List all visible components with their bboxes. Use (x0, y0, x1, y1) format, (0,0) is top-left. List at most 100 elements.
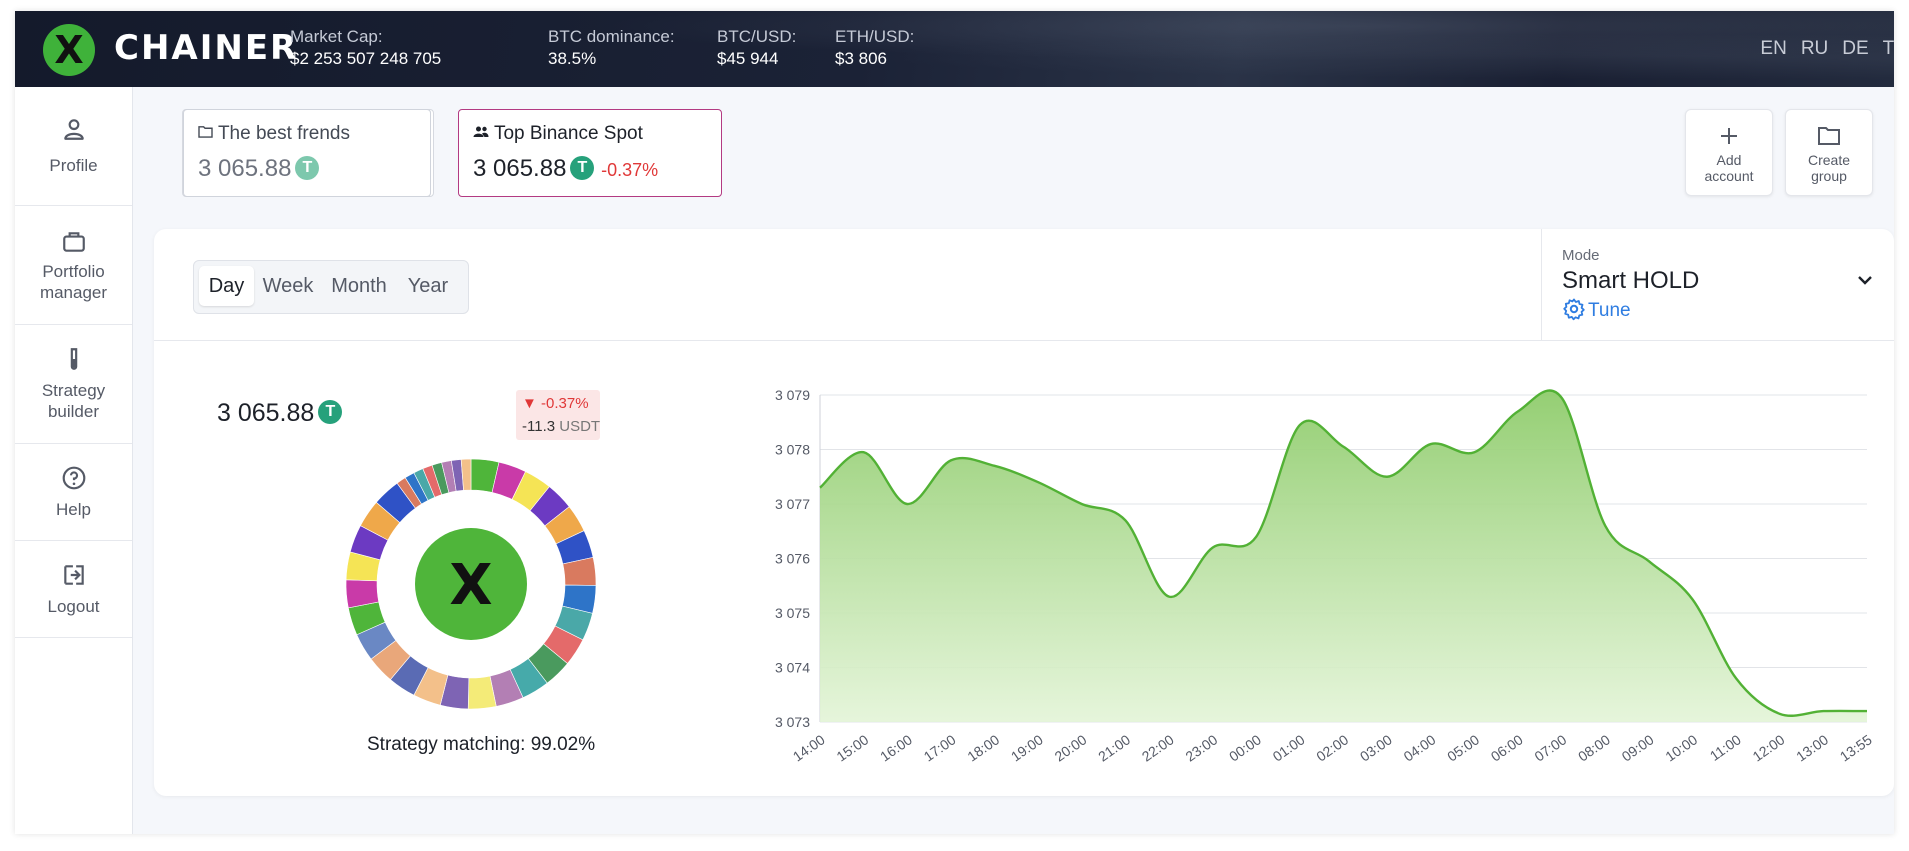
sidebar-item-label: Help (56, 500, 91, 519)
x-tick-label: 04:00 (1401, 731, 1439, 764)
account-value: 3 065.88 T (198, 155, 320, 183)
x-tick-label: 23:00 (1182, 731, 1220, 764)
btc-usd-stat: BTC/USD: $45 944 (717, 27, 796, 69)
x-tick-label: 08:00 (1575, 731, 1613, 764)
stat-value: $3 806 (835, 49, 887, 68)
stat-label: Market Cap: (290, 27, 383, 46)
x-tick-label: 07:00 (1531, 731, 1569, 764)
mode-value: Smart HOLD (1562, 267, 1700, 294)
question-icon (62, 466, 86, 490)
x-tick-label: 11:00 (1707, 731, 1744, 764)
eth-usd-stat: ETH/USD: $3 806 (835, 27, 914, 69)
period-month[interactable]: Month (324, 266, 394, 306)
account-card-the-best-frends[interactable]: The best frends 3 065.88 T (183, 109, 431, 197)
x-tick-label: 17:00 (921, 731, 959, 764)
portfolio-total: 3 065.88 T (217, 399, 343, 428)
btc-dominance-stat: BTC dominance: 38.5% (548, 27, 675, 69)
account-title: Top Binance Spot (473, 123, 643, 145)
folder-icon (198, 126, 213, 139)
x-tick-label: 20:00 (1052, 731, 1090, 764)
x-tick-label: 19:00 (1008, 731, 1046, 764)
logout-icon (64, 565, 84, 585)
center-logo-letter: X (449, 553, 492, 618)
change-amount: -11.3 (522, 418, 556, 435)
change-badge: ▼ -0.37% -11.3 USDT (516, 390, 600, 440)
sidebar-item-label: Profile (49, 156, 98, 175)
y-tick-label: 3 074 (775, 660, 810, 676)
period-day[interactable]: Day (199, 266, 254, 306)
account-amount: 3 065.88 (473, 155, 567, 182)
x-tick-label: 12:00 (1750, 731, 1788, 764)
x-tick-label: 10:00 (1662, 731, 1700, 764)
change-unit: USDT (559, 418, 601, 435)
account-amount: 3 065.88 (198, 155, 292, 182)
mode-selector[interactable]: Mode Smart HOLD Tune (1541, 229, 1894, 340)
plus-icon (1721, 128, 1737, 144)
lang-de[interactable]: DE (1842, 38, 1868, 59)
brand-name[interactable]: CHAINER (114, 28, 298, 68)
x-tick-label: 21:00 (1095, 731, 1133, 764)
tether-icon: T (295, 155, 320, 180)
tether-icon: T (570, 155, 595, 180)
stat-value: $45 944 (717, 49, 779, 68)
language-switcher: EN RU DE TR (1746, 38, 1894, 60)
x-tick-label: 00:00 (1226, 731, 1264, 764)
lang-en[interactable]: EN (1760, 38, 1786, 59)
create-group-label: Create group (1807, 152, 1851, 184)
x-tick-label: 15:00 (833, 731, 871, 764)
sidebar-item-portfolio-manager[interactable]: Portfolio manager (15, 205, 132, 325)
stat-label: BTC/USD: (717, 27, 797, 46)
tune-link[interactable]: Tune (1562, 298, 1631, 323)
allocation-donut-chart[interactable]: X (345, 458, 597, 710)
x-tick-label: 14:00 (790, 731, 828, 764)
balance-area-chart[interactable]: 3 073 3 074 3 075 3 076 3 077 3 078 3 079 14:0… (755, 376, 1894, 781)
market-cap-stat: Market Cap: $2 253 507 248 705 (290, 27, 441, 69)
x-tick-label: 06:00 (1488, 731, 1526, 764)
strategy-matching: Strategy matching: 99.02% (367, 734, 596, 755)
x-tick-label: 16:00 (877, 731, 915, 764)
folder-icon (1818, 127, 1840, 145)
create-group-button[interactable]: Create group (1785, 109, 1873, 196)
y-tick-label: 3 079 (775, 387, 810, 403)
x-tick-label: 09:00 (1619, 731, 1657, 764)
x-tick-label: 18:00 (964, 731, 1002, 764)
stat-value: $2 253 507 248 705 (290, 49, 442, 68)
y-tick-label: 3 075 (775, 605, 810, 621)
app-window: X CHAINER Market Cap: $2 253 507 248 705… (15, 11, 1894, 834)
gear-icon (1563, 298, 1585, 321)
lang-ru[interactable]: RU (1801, 38, 1828, 59)
sidebar: Profile Portfolio manager Strategy build… (15, 87, 133, 834)
chart-area-fill (820, 390, 1867, 722)
sidebar-item-profile[interactable]: Profile (15, 87, 132, 206)
account-card-top-binance-spot[interactable]: Top Binance Spot 3 065.88 T -0.37% (458, 109, 722, 197)
x-tick-label: 22:00 (1139, 731, 1177, 764)
lang-tr[interactable]: TR (1883, 38, 1894, 59)
period-year[interactable]: Year (398, 266, 458, 306)
sidebar-item-help[interactable]: Help (15, 443, 132, 541)
change-percent: ▼ -0.37% (522, 395, 589, 412)
stat-value: 38.5% (548, 49, 597, 68)
panel-divider (154, 340, 1894, 341)
logo-icon[interactable]: X (43, 24, 95, 76)
period-week[interactable]: Week (258, 266, 318, 306)
sidebar-item-strategy-builder[interactable]: Strategy builder (15, 324, 132, 444)
sidebar-item-label: Logout (47, 597, 100, 616)
account-name: Top Binance Spot (493, 123, 643, 144)
x-tick-label: 05:00 (1444, 731, 1482, 764)
add-account-button[interactable]: Add account (1685, 109, 1773, 196)
period-selector: Day Week Month Year (193, 260, 469, 314)
chevron-down-icon[interactable] (1857, 275, 1873, 285)
sidebar-item-label: Strategy builder (41, 381, 106, 421)
y-tick-label: 3 073 (775, 714, 810, 730)
x-tick-label: 01:00 (1270, 731, 1308, 764)
stat-label: ETH/USD: (835, 27, 915, 46)
y-tick-label: 3 076 (775, 551, 810, 567)
account-value: 3 065.88 T -0.37% (473, 155, 658, 183)
sidebar-item-logout[interactable]: Logout (15, 540, 132, 638)
briefcase-icon (63, 232, 85, 252)
change-absolute: -11.3 USDT (522, 418, 600, 435)
tether-icon: T (318, 400, 343, 425)
tune-label: Tune (1588, 300, 1631, 322)
users-icon (473, 126, 489, 138)
x-tick-label: 13:55 (1837, 731, 1875, 764)
